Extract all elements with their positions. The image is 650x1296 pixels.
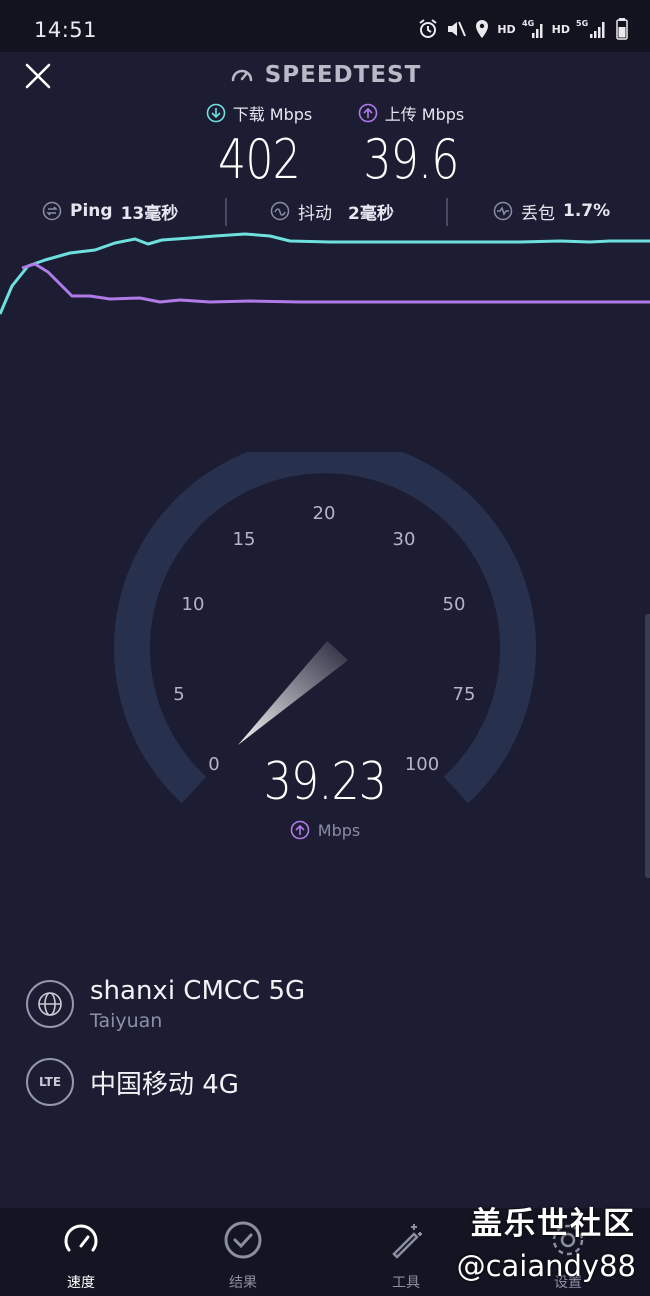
jitter-stat: 抖动 2毫秒: [270, 196, 394, 226]
gauge-tick-10: 10: [182, 594, 205, 615]
4g-signal-icon: 4G: [522, 18, 546, 40]
packet-loss-value: 1.7%: [563, 201, 611, 221]
stats-divider-2: [446, 198, 448, 226]
packet-loss-icon: [493, 201, 513, 221]
brand-title: SPEEDTEST: [264, 62, 422, 88]
server-name: shanxi CMCC 5G: [90, 976, 306, 1006]
gauge-needle: [237, 640, 348, 746]
tab-tools[interactable]: 工具: [346, 1220, 466, 1292]
hd-icon-2: HD: [551, 22, 570, 36]
5g-signal-icon: 5G: [576, 18, 610, 40]
speedtest-logo-icon: [231, 69, 252, 82]
tab-tools-label: 工具: [392, 1275, 420, 1291]
tab-results-label: 结果: [229, 1275, 257, 1291]
gauge-tick-15: 15: [233, 529, 256, 550]
scroll-handle[interactable]: [645, 614, 650, 878]
stats-divider: [225, 198, 227, 226]
tab-speed[interactable]: 速度: [21, 1220, 141, 1292]
magic-wand-icon: [392, 1224, 422, 1259]
jitter-icon: [270, 201, 290, 221]
stats-row: Ping 13毫秒 抖动 2毫秒 丢包 1.7%: [0, 196, 650, 228]
download-arrow-icon: [206, 103, 226, 123]
lte-badge: LTE: [38, 1075, 62, 1089]
ping-icon: [42, 201, 62, 221]
current-speed-value: 39.23: [263, 752, 387, 812]
location-icon: [473, 18, 491, 40]
download-metric: 下载 Mbps 402: [184, 102, 334, 192]
download-label: 下载 Mbps: [232, 105, 313, 124]
upload-arrow-icon: [290, 820, 310, 840]
gauge-tick-30: 30: [393, 529, 416, 550]
gauge-tick-75: 75: [453, 684, 476, 705]
watermark: 盖乐世社区 @caiandy88: [457, 1198, 636, 1283]
globe-icon: [26, 980, 74, 1028]
packet-loss-stat: 丢包 1.7%: [493, 196, 610, 226]
upload-label: 上传 Mbps: [384, 105, 465, 124]
jitter-value: 2毫秒: [348, 203, 394, 224]
status-time: 14:51: [34, 18, 98, 42]
server-location: Taiyuan: [90, 1010, 163, 1032]
ping-stat: Ping 13毫秒: [42, 196, 178, 226]
checkmark-circle-icon: [224, 1221, 262, 1259]
gauge-tick-50: 50: [443, 594, 466, 615]
status-icons: HD 4G HD 5G: [417, 16, 628, 42]
lte-icon: LTE: [26, 1058, 74, 1106]
packet-loss-label: 丢包: [521, 203, 555, 224]
svg-text:4G: 4G: [522, 19, 534, 28]
watermark-handle: @caiandy88: [456, 1249, 636, 1283]
upload-value: 39.6: [363, 128, 459, 191]
upload-graph-line: [21, 262, 650, 304]
tab-speed-label: 速度: [67, 1275, 95, 1291]
server-selector[interactable]: shanxi CMCC 5G Taiyuan: [26, 976, 305, 1032]
mute-icon: [445, 18, 467, 40]
upload-arrow-icon: [358, 103, 378, 123]
carrier-info: LTE 中国移动 4G: [26, 1058, 239, 1106]
upload-metric: 上传 Mbps 39.6: [336, 102, 486, 192]
current-speed: 39.23: [0, 752, 650, 812]
ping-label: Ping: [70, 201, 113, 221]
status-bar: 14:51 HD 4G HD 5G: [0, 0, 650, 52]
gauge-tick-5: 5: [173, 684, 184, 705]
download-value: 402: [217, 128, 301, 191]
svg-text:5G: 5G: [576, 19, 588, 28]
battery-icon: [616, 18, 628, 40]
current-speed-unit: Mbps: [0, 820, 650, 840]
jitter-label: 抖动: [298, 203, 332, 224]
speed-unit-label: Mbps: [317, 820, 361, 840]
carrier-name: 中国移动 4G: [90, 1069, 239, 1100]
speedometer-icon: [64, 1224, 98, 1252]
speedtest-header: SPEEDTEST: [0, 62, 650, 92]
watermark-title: 盖乐世社区: [471, 1206, 636, 1242]
alarm-icon: [417, 18, 439, 40]
ping-value: 13毫秒: [120, 203, 179, 224]
gauge-tick-20: 20: [313, 503, 336, 524]
tab-results[interactable]: 结果: [183, 1220, 303, 1292]
speed-graph: [0, 232, 650, 315]
hd-icon: HD: [497, 22, 516, 36]
